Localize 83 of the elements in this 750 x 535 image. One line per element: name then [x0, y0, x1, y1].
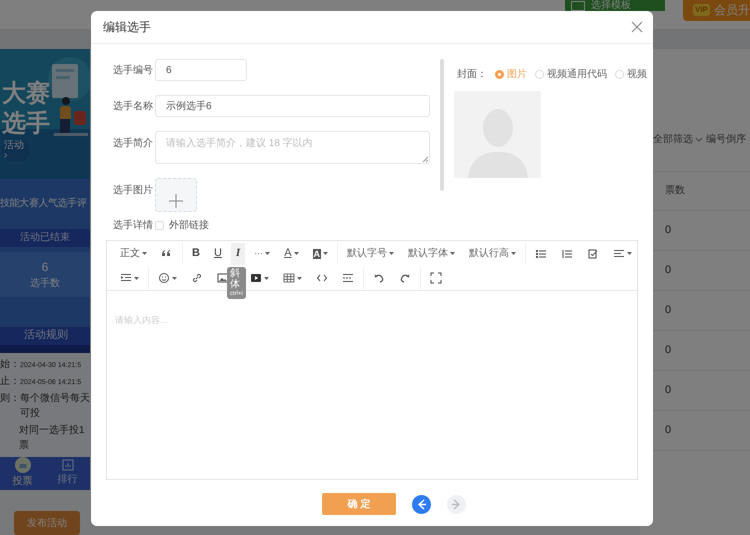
caret-icon [142, 252, 147, 255]
font-color-button[interactable]: A [279, 242, 304, 264]
field-label: 选手编号 [113, 64, 154, 78]
radio-button[interactable] [495, 70, 504, 79]
caret-icon [450, 252, 456, 255]
field-label: 选手简介 [113, 136, 154, 151]
filter-dropdown[interactable]: 全部筛选 [653, 132, 703, 147]
undo-icon [373, 272, 385, 284]
table-cell-text: 0 [665, 382, 672, 398]
indent-icon [120, 272, 132, 284]
caret-icon [511, 252, 516, 255]
chart-icon [62, 459, 74, 471]
code-icon [316, 272, 328, 284]
caret-icon [265, 252, 270, 255]
font-size-dropdown[interactable]: 默认字号 [342, 242, 400, 264]
rule-text: 每个微信号每天可投 [20, 392, 90, 420]
smiley-icon [158, 272, 170, 284]
table-icon [283, 272, 295, 284]
paragraph-style-dropdown[interactable]: 正文 [115, 242, 152, 264]
field-label: 选手图片 [113, 184, 154, 198]
table-cell-text: 0 [665, 222, 672, 238]
checkbox[interactable] [155, 221, 164, 230]
numbered-list-icon [561, 248, 574, 260]
text-field[interactable]: 示例选手6 [155, 95, 430, 117]
rule-label: 则： [0, 392, 20, 406]
table-cell-text: 0 [665, 342, 672, 358]
caret-icon [172, 276, 177, 280]
link-icon [191, 272, 203, 284]
stat-label: 选手数 [30, 276, 60, 290]
field-label: 选手名称 [113, 100, 154, 114]
radio-button[interactable] [615, 70, 624, 79]
cover-label: 封面： [457, 68, 487, 82]
activity-title: 技能大赛人气选手评 [0, 196, 86, 211]
redo-icon [399, 272, 411, 284]
caret-icon [264, 276, 269, 280]
back-arrow-button[interactable] [412, 494, 431, 514]
close-button[interactable] [631, 21, 643, 33]
tooltip-title: 斜体 [230, 268, 241, 290]
text-field[interactable]: 6 [155, 59, 247, 81]
divider-icon [342, 272, 354, 284]
plus-icon [169, 194, 183, 208]
rules-heading-bar: 活动规则 [0, 326, 90, 352]
line-height-dropdown[interactable]: 默认行高 [464, 242, 522, 264]
rule-label: 始： [0, 358, 20, 372]
align-left-icon [613, 248, 626, 260]
checkbox-icon [587, 248, 600, 260]
chevron-down-icon [695, 137, 703, 142]
more-styles-button[interactable]: ··· [249, 242, 276, 264]
radio-button[interactable] [535, 70, 544, 79]
table-cell-text: 0 [665, 302, 672, 318]
banner-title: 大赛 [2, 78, 51, 108]
ballot-icon [14, 457, 30, 473]
radio-option[interactable]: 视频 [615, 67, 647, 82]
caret-icon [294, 252, 299, 255]
caret-icon [323, 252, 328, 255]
stat-value: 6 [42, 258, 48, 276]
caret-icon [134, 276, 139, 280]
radio-option[interactable]: 视频通用代码 [535, 67, 607, 82]
video-icon [250, 272, 262, 284]
bullet-list-icon [535, 248, 548, 260]
checkbox-label[interactable]: 外部链接 [169, 218, 209, 233]
dialog-title: 编辑选手 [103, 19, 151, 36]
bold-button[interactable]: B [187, 242, 205, 264]
resize-handle-icon[interactable] [422, 156, 428, 162]
table-cell-text: 0 [665, 262, 672, 278]
filter-dropdown[interactable]: 编号倒序 [706, 132, 746, 147]
caret-icon [297, 276, 302, 280]
table-cell-text: 0 [665, 422, 672, 438]
fullscreen-icon [430, 272, 442, 284]
underline-button[interactable]: U [208, 242, 227, 264]
banner-title: 选手 [2, 108, 51, 138]
font-family-dropdown[interactable]: 默认字体 [403, 242, 460, 264]
column-header: 票数 [665, 184, 685, 198]
image-icon [217, 272, 229, 284]
caret-icon [389, 252, 394, 255]
caret-icon [627, 252, 632, 255]
field-label: 选手详情 [113, 218, 154, 233]
status-bar: 活动已结束 [0, 228, 90, 246]
rule-text: 对同一选手投1票 [18, 424, 86, 452]
background-color-button[interactable]: A [308, 242, 334, 264]
italic-button[interactable]: I [230, 242, 246, 264]
nav-tab[interactable]: 投票 [0, 457, 45, 489]
rule-label: 止： [0, 374, 20, 388]
